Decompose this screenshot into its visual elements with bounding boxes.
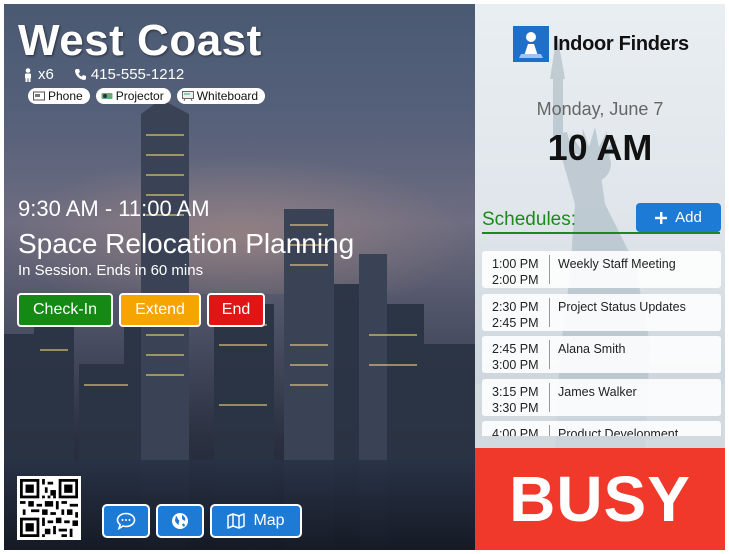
amenity-label: Whiteboard: [196, 89, 259, 103]
schedule-item[interactable]: 3:15 PM 3:30 PM James Walker: [482, 378, 721, 416]
current-date: Monday, June 7: [536, 99, 664, 119]
phone-number: 415-555-1212: [90, 66, 185, 83]
schedule-list[interactable]: 1:00 PM 2:00 PM Weekly Staff Meeting 2:3…: [482, 251, 721, 436]
chat-button[interactable]: [102, 504, 150, 538]
event-title: James Walker: [558, 384, 637, 399]
capacity-value: x6: [38, 66, 54, 83]
current-time: 10 AM: [547, 127, 653, 168]
bottom-actions: Map: [102, 504, 302, 538]
room-meta: x6 415-555-1212: [22, 66, 184, 83]
phone-icon: [74, 69, 86, 80]
projector-icon: [101, 93, 113, 99]
divider: [549, 255, 550, 284]
start-time: 1:00 PM: [492, 257, 539, 271]
meeting-actions: Check-In Extend End: [17, 293, 265, 327]
meeting-time-range: 9:30 AM - 11:00 AM: [18, 196, 210, 221]
map-button[interactable]: Map: [210, 504, 302, 538]
divider: [549, 340, 550, 369]
schedule-panel: Indoor Finders Monday, June 7 10 AM Sche…: [475, 4, 725, 550]
map-icon: [227, 513, 246, 529]
start-time: 4:00 PM: [492, 427, 539, 436]
brand-logo: Indoor Finders: [513, 26, 689, 62]
busy-status-banner: BUSY: [475, 448, 725, 550]
start-time: 2:30 PM: [492, 299, 539, 314]
qr-code: [17, 476, 81, 540]
divider: [549, 382, 550, 412]
add-booking-button[interactable]: Add: [636, 203, 721, 232]
schedule-item[interactable]: 2:30 PM 2:45 PM Project Status Updates: [482, 293, 721, 331]
end-time: 3:00 PM: [492, 358, 539, 372]
qr-code-pattern: [20, 479, 78, 537]
end-time: 2:45 PM: [492, 315, 539, 330]
schedule-item[interactable]: 1:00 PM 2:00 PM Weekly Staff Meeting: [482, 251, 721, 288]
schedule-item[interactable]: 2:45 PM 3:00 PM Alana Smith: [482, 336, 721, 373]
chat-icon: [116, 512, 136, 530]
amenity-label: Projector: [115, 89, 164, 103]
amenity-whiteboard: Whiteboard: [176, 88, 266, 104]
room-panel: West Coast x6 415-555-1212 Phone Project…: [4, 4, 475, 550]
end-button[interactable]: End: [207, 293, 265, 327]
event-title: Product Development: [558, 427, 679, 436]
extend-button[interactable]: Extend: [119, 293, 201, 327]
event-title: Project Status Updates: [558, 299, 686, 314]
plus-icon: [655, 211, 668, 224]
meeting-status: In Session. Ends in 60 mins: [18, 262, 204, 279]
schedules-divider: [482, 232, 720, 234]
schedules-heading: Schedules:: [482, 209, 577, 230]
capacity: x6: [22, 66, 54, 83]
event-title: Alana Smith: [558, 342, 626, 356]
whiteboard-icon: [181, 91, 194, 101]
amenities: Phone Projector Whiteboard: [28, 88, 266, 104]
end-time: 3:30 PM: [492, 400, 539, 415]
meeting-title: Space Relocation Planning: [18, 228, 355, 259]
start-time: 2:45 PM: [492, 342, 539, 356]
brand-name: Indoor Finders: [553, 32, 689, 55]
room-name: West Coast: [18, 16, 262, 65]
person-icon: [25, 67, 31, 82]
schedule-item[interactable]: 4:00 PM Product Development: [482, 421, 721, 436]
phone-icon: [33, 91, 45, 101]
add-button-label: Add: [675, 209, 702, 226]
globe-button[interactable]: [156, 504, 204, 538]
divider: [549, 297, 550, 327]
map-button-label: Map: [253, 512, 285, 529]
check-in-button[interactable]: Check-In: [17, 293, 113, 327]
room-phone: 415-555-1212: [74, 66, 184, 83]
amenity-phone: Phone: [28, 88, 90, 104]
divider: [549, 425, 550, 436]
logo-icon: [513, 26, 549, 62]
start-time: 3:15 PM: [492, 384, 539, 399]
end-time: 2:00 PM: [492, 273, 539, 287]
amenity-label: Phone: [48, 89, 83, 103]
event-title: Weekly Staff Meeting: [558, 257, 676, 271]
globe-icon: [172, 513, 188, 529]
amenity-projector: Projector: [95, 88, 171, 104]
